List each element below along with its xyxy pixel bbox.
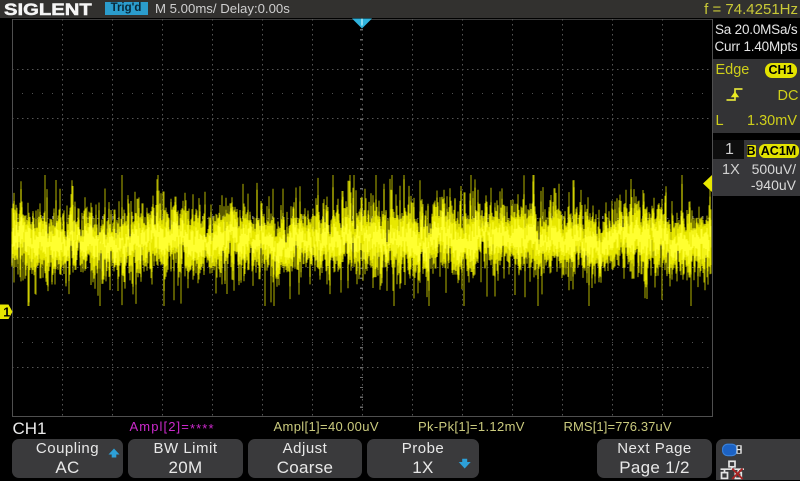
svg-text:1: 1 (3, 306, 10, 320)
